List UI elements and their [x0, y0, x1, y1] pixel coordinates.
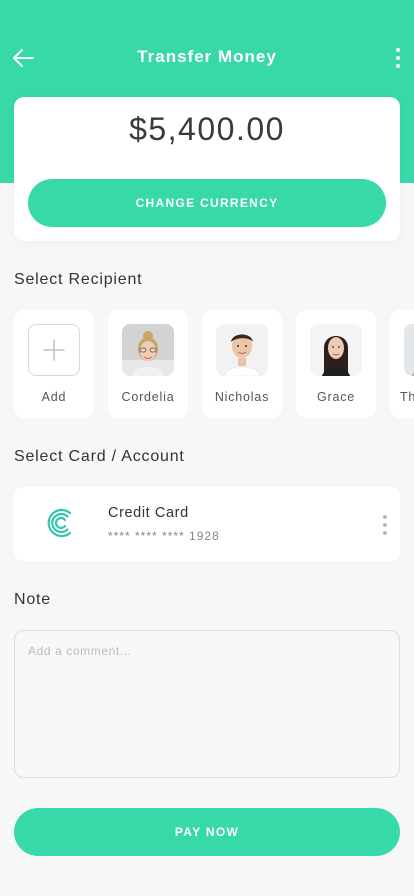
more-vertical-icon: [396, 48, 400, 52]
recipient-label: Cordelia: [121, 390, 175, 404]
recipient-list: Add Cordelia Nicholas Grace Th: [14, 310, 414, 418]
add-box: [28, 324, 80, 376]
card-more-button[interactable]: [382, 515, 388, 535]
avatar: [404, 324, 414, 376]
card-selector[interactable]: Credit Card **** **** **** 1928: [14, 487, 400, 561]
recipient-cordelia[interactable]: Cordelia: [108, 310, 188, 418]
more-options-button[interactable]: [390, 46, 406, 70]
recipient-nicholas[interactable]: Nicholas: [202, 310, 282, 418]
plus-icon: [43, 339, 65, 361]
recipient-label: Nicholas: [214, 390, 270, 404]
avatar: [122, 324, 174, 376]
amount-card: $5,400.00 CHANGE CURRENCY: [14, 97, 400, 241]
select-recipient-heading: Select Recipient: [14, 271, 143, 288]
avatar: [310, 324, 362, 376]
change-currency-button[interactable]: CHANGE CURRENCY: [28, 179, 386, 227]
recipient-partial[interactable]: Th: [390, 310, 414, 418]
card-name: Credit Card: [108, 505, 189, 521]
add-recipient-button[interactable]: Add: [14, 310, 94, 418]
recipient-label: Th: [400, 390, 414, 404]
select-card-heading: Select Card / Account: [14, 448, 185, 465]
avatar: [216, 324, 268, 376]
avatar-grace-image: [310, 324, 362, 376]
avatar-partial-image: [404, 324, 414, 376]
avatar-nicholas-image: [216, 324, 268, 376]
note-input[interactable]: [14, 630, 400, 778]
note-heading: Note: [14, 591, 51, 608]
pay-now-button[interactable]: PAY NOW: [14, 808, 400, 856]
card-number: **** **** **** 1928: [108, 529, 220, 543]
transfer-amount: $5,400.00: [129, 111, 285, 147]
recipient-label: Grace: [316, 390, 356, 404]
recipient-grace[interactable]: Grace: [296, 310, 376, 418]
card-brand-c-icon: [47, 508, 72, 538]
recipient-label: Add: [41, 390, 67, 404]
page-title: Transfer Money: [137, 47, 277, 66]
more-vertical-icon: [383, 515, 387, 519]
avatar-cordelia-image: [122, 324, 174, 376]
